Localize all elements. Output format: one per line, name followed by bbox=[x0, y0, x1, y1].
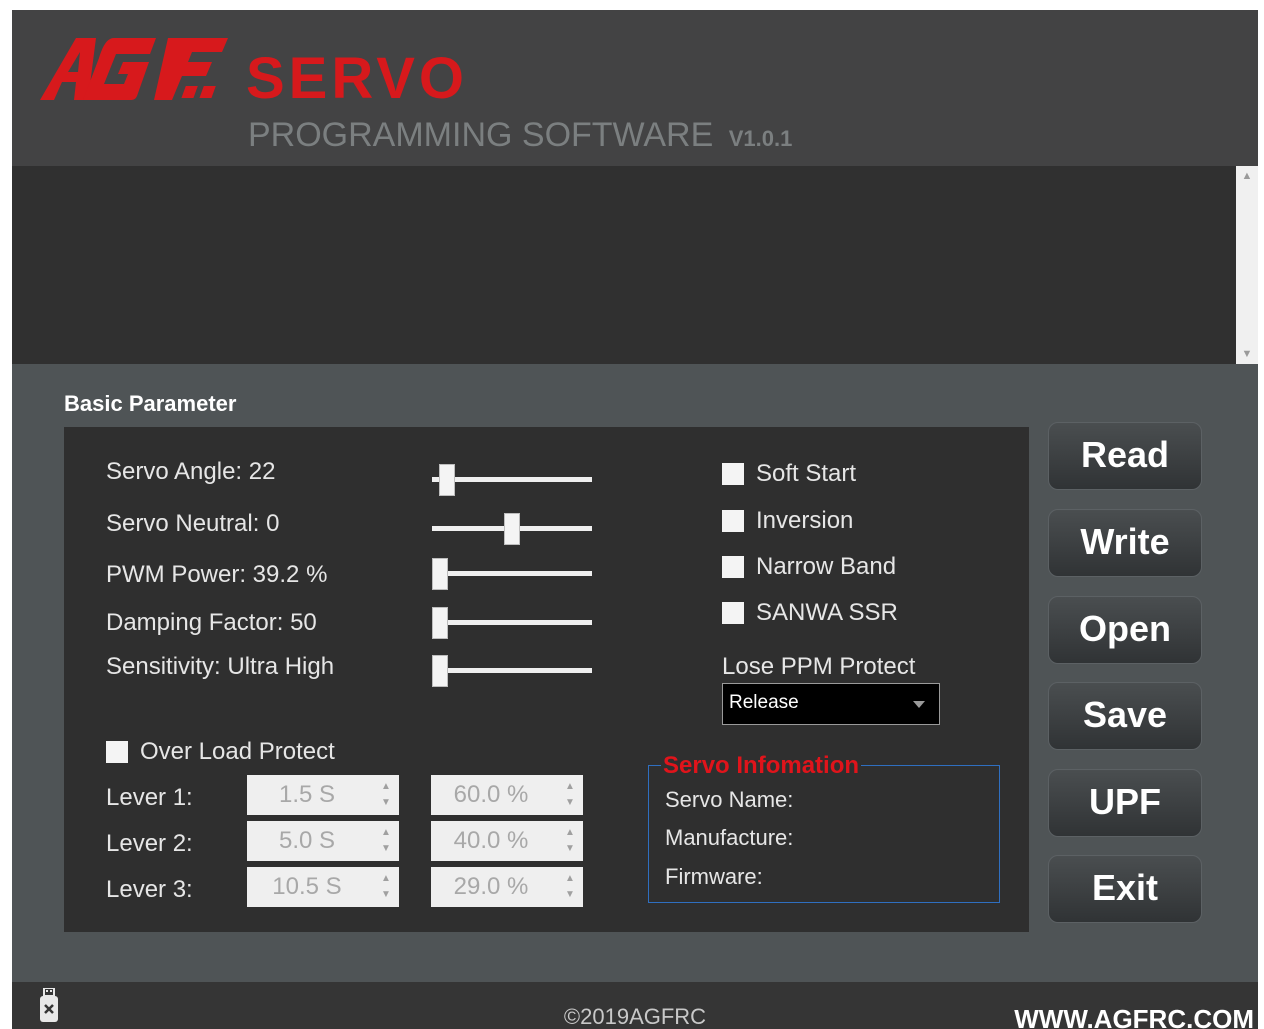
scroll-down-icon[interactable]: ▼ bbox=[1236, 344, 1258, 364]
checkbox-box[interactable] bbox=[722, 463, 744, 485]
spinner-value: 29.0 % bbox=[453, 873, 529, 900]
app-subtitle: PROGRAMMING SOFTWARE V1.0.1 bbox=[248, 118, 792, 152]
lever-3-percent-spinner[interactable]: 29.0 % ▲ ▼ bbox=[431, 867, 583, 907]
lever-1-label: Lever 1: bbox=[106, 784, 193, 811]
spinner-value: 10.5 S bbox=[272, 873, 342, 900]
spinner-arrows-icon[interactable]: ▲ ▼ bbox=[563, 779, 577, 811]
slider-thumb[interactable] bbox=[432, 655, 448, 687]
lever-3-label: Lever 3: bbox=[106, 876, 193, 903]
chevron-down-icon[interactable] bbox=[913, 701, 925, 708]
checkbox-box[interactable] bbox=[722, 556, 744, 578]
website-link[interactable]: WWW.AGFRC.COM bbox=[1014, 1004, 1254, 1029]
spinner-value: 5.0 S bbox=[278, 827, 336, 854]
slider-track bbox=[432, 477, 592, 482]
spinner-arrows-icon[interactable]: ▲ ▼ bbox=[379, 871, 393, 903]
firmware-label: Firmware: bbox=[665, 864, 763, 889]
log-area[interactable] bbox=[12, 166, 1236, 364]
soft-start-label: Soft Start bbox=[756, 460, 857, 487]
pwm-power-label: PWM Power: 39.2 % bbox=[106, 561, 328, 588]
agf-logo bbox=[40, 36, 250, 107]
servo-neutral-label: Servo Neutral: 0 bbox=[106, 510, 280, 537]
slider-track bbox=[432, 668, 592, 673]
sanwa-ssr-label: SANWA SSR bbox=[756, 599, 898, 626]
narrow-band-label: Narrow Band bbox=[756, 553, 897, 580]
narrow-band-checkbox[interactable]: Narrow Band bbox=[722, 553, 896, 581]
lever-2-time-spinner[interactable]: 5.0 S ▲ ▼ bbox=[247, 821, 399, 861]
lever-2-label: Lever 2: bbox=[106, 830, 193, 857]
sanwa-ssr-checkbox[interactable]: SANWA SSR bbox=[722, 599, 898, 627]
damping-factor-label: Damping Factor: 50 bbox=[106, 609, 317, 636]
spinner-arrows-icon[interactable]: ▲ ▼ bbox=[563, 825, 577, 857]
lever-2-percent-spinner[interactable]: 40.0 % ▲ ▼ bbox=[431, 821, 583, 861]
open-button[interactable]: Open bbox=[1048, 596, 1202, 664]
exit-button[interactable]: Exit bbox=[1048, 855, 1202, 923]
save-button[interactable]: Save bbox=[1048, 682, 1202, 750]
manufacture-label: Manufacture: bbox=[665, 825, 794, 850]
basic-parameter-panel: Servo Angle: 22 Servo Neutral: 0 PWM Pow… bbox=[64, 427, 1029, 932]
slider-thumb[interactable] bbox=[432, 607, 448, 639]
inversion-checkbox[interactable]: Inversion bbox=[722, 507, 853, 535]
logo-servo-text: SERVO bbox=[246, 46, 469, 111]
log-scrollbar[interactable]: ▲ ▼ bbox=[1236, 166, 1258, 364]
lever-1-percent-spinner[interactable]: 60.0 % ▲ ▼ bbox=[431, 775, 583, 815]
spinner-value: 1.5 S bbox=[278, 781, 336, 808]
servo-angle-label: Servo Angle: 22 bbox=[106, 458, 276, 485]
spinner-arrows-icon[interactable]: ▲ ▼ bbox=[379, 825, 393, 857]
overload-protect-label: Over Load Protect bbox=[140, 738, 335, 765]
sensitivity-slider[interactable] bbox=[432, 655, 592, 687]
checkbox-box[interactable] bbox=[722, 602, 744, 624]
upf-button[interactable]: UPF bbox=[1048, 769, 1202, 837]
spinner-value: 40.0 % bbox=[453, 827, 529, 854]
sensitivity-label: Sensitivity: Ultra High bbox=[106, 653, 335, 680]
lose-ppm-value: Release bbox=[729, 692, 799, 713]
checkbox-box[interactable] bbox=[106, 741, 128, 763]
checkbox-box[interactable] bbox=[722, 510, 744, 532]
servo-angle-slider[interactable] bbox=[432, 464, 592, 496]
spinner-value: 60.0 % bbox=[453, 781, 529, 808]
servo-neutral-slider[interactable] bbox=[432, 513, 592, 545]
lose-ppm-label: Lose PPM Protect bbox=[722, 653, 916, 680]
spinner-arrows-icon[interactable]: ▲ ▼ bbox=[379, 779, 393, 811]
read-button[interactable]: Read bbox=[1048, 422, 1202, 490]
overload-protect-checkbox[interactable]: Over Load Protect bbox=[106, 738, 335, 766]
lever-1-time-spinner[interactable]: 1.5 S ▲ ▼ bbox=[247, 775, 399, 815]
damping-factor-slider[interactable] bbox=[432, 607, 592, 639]
servo-info-group: Servo Infomation Servo Name: Manufacture… bbox=[648, 752, 1000, 903]
lose-ppm-select[interactable]: Release bbox=[722, 683, 940, 725]
slider-track bbox=[432, 571, 592, 576]
servo-name-label: Servo Name: bbox=[665, 787, 794, 812]
app-window: SERVO PROGRAMMING SOFTWARE V1.0.1 ▲ ▼ Ba… bbox=[12, 10, 1258, 1029]
slider-track bbox=[432, 620, 592, 625]
slider-thumb[interactable] bbox=[439, 464, 455, 496]
subtitle-text: PROGRAMMING SOFTWARE bbox=[248, 116, 714, 154]
slider-thumb[interactable] bbox=[504, 513, 520, 545]
lever-3-time-spinner[interactable]: 10.5 S ▲ ▼ bbox=[247, 867, 399, 907]
spinner-arrows-icon[interactable]: ▲ ▼ bbox=[563, 871, 577, 903]
status-bar: ©2019AGFRC WWW.AGFRC.COM bbox=[12, 982, 1258, 1029]
slider-thumb[interactable] bbox=[432, 558, 448, 590]
header: SERVO PROGRAMMING SOFTWARE V1.0.1 bbox=[12, 10, 1258, 166]
inversion-label: Inversion bbox=[756, 507, 854, 534]
servo-info-title: Servo Infomation bbox=[661, 752, 862, 780]
section-title: Basic Parameter bbox=[64, 391, 237, 416]
soft-start-checkbox[interactable]: Soft Start bbox=[722, 460, 856, 488]
pwm-power-slider[interactable] bbox=[432, 558, 592, 590]
version-label: V1.0.1 bbox=[728, 126, 793, 151]
scroll-up-icon[interactable]: ▲ bbox=[1236, 166, 1258, 186]
write-button[interactable]: Write bbox=[1048, 509, 1202, 577]
